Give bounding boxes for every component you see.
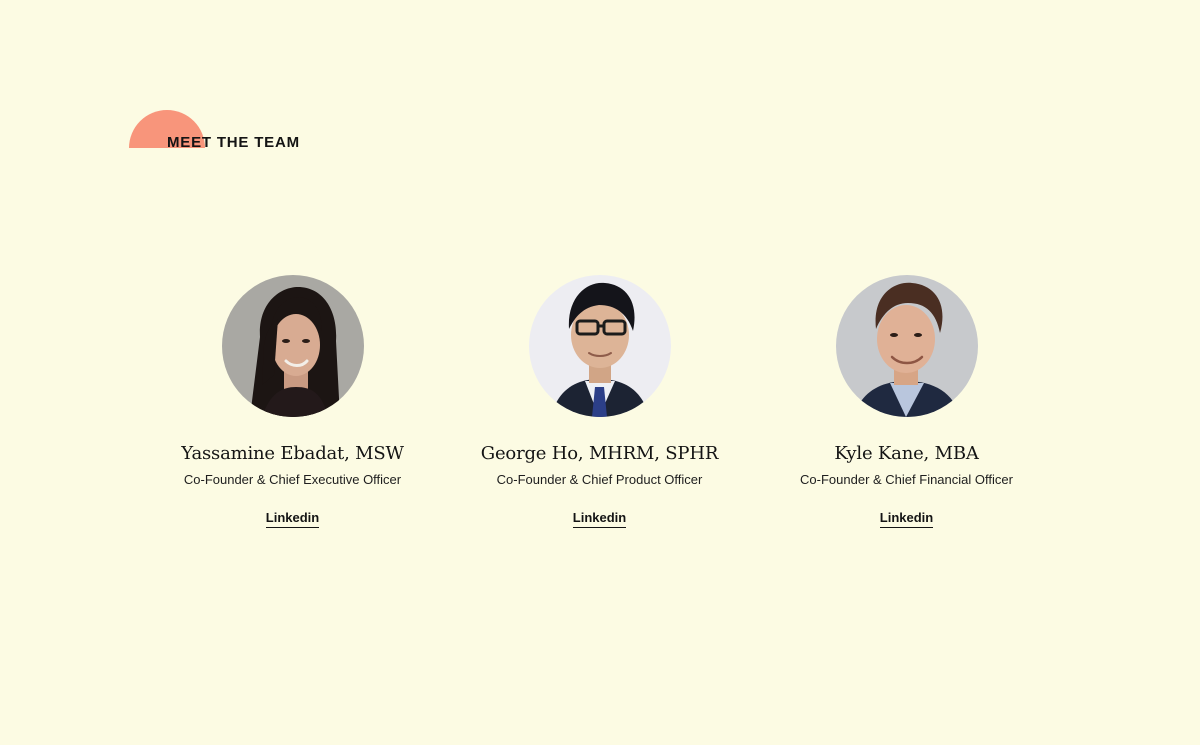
team-member-card: Kyle Kane, MBA Co-Founder & Chief Financ… xyxy=(753,275,1060,528)
team-member-card: George Ho, MHRM, SPHR Co-Founder & Chief… xyxy=(446,275,753,528)
linkedin-link[interactable]: Linkedin xyxy=(879,510,934,528)
portrait-image xyxy=(835,275,978,417)
linkedin-link[interactable]: Linkedin xyxy=(265,510,320,528)
team-member-card: Yassamine Ebadat, MSW Co-Founder & Chief… xyxy=(139,275,446,528)
team-member-role: Co-Founder & Chief Financial Officer xyxy=(800,472,1013,487)
team-member-role: Co-Founder & Chief Product Officer xyxy=(496,472,703,487)
section-header: MEET THE TEAM xyxy=(129,110,389,160)
team-member-photo xyxy=(835,275,978,417)
team-member-name: Kyle Kane, MBA xyxy=(834,443,979,464)
section-title: MEET THE TEAM xyxy=(167,134,300,151)
portrait-image xyxy=(221,275,364,417)
team-member-photo xyxy=(221,275,364,417)
linkedin-link[interactable]: Linkedin xyxy=(572,510,627,528)
team-member-photo xyxy=(528,275,671,417)
team-member-name: George Ho, MHRM, SPHR xyxy=(480,443,719,464)
portrait-image xyxy=(528,275,671,417)
team-grid: Yassamine Ebadat, MSW Co-Founder & Chief… xyxy=(0,275,1200,545)
team-member-role: Co-Founder & Chief Executive Officer xyxy=(183,472,402,487)
team-member-name: Yassamine Ebadat, MSW xyxy=(181,443,404,464)
